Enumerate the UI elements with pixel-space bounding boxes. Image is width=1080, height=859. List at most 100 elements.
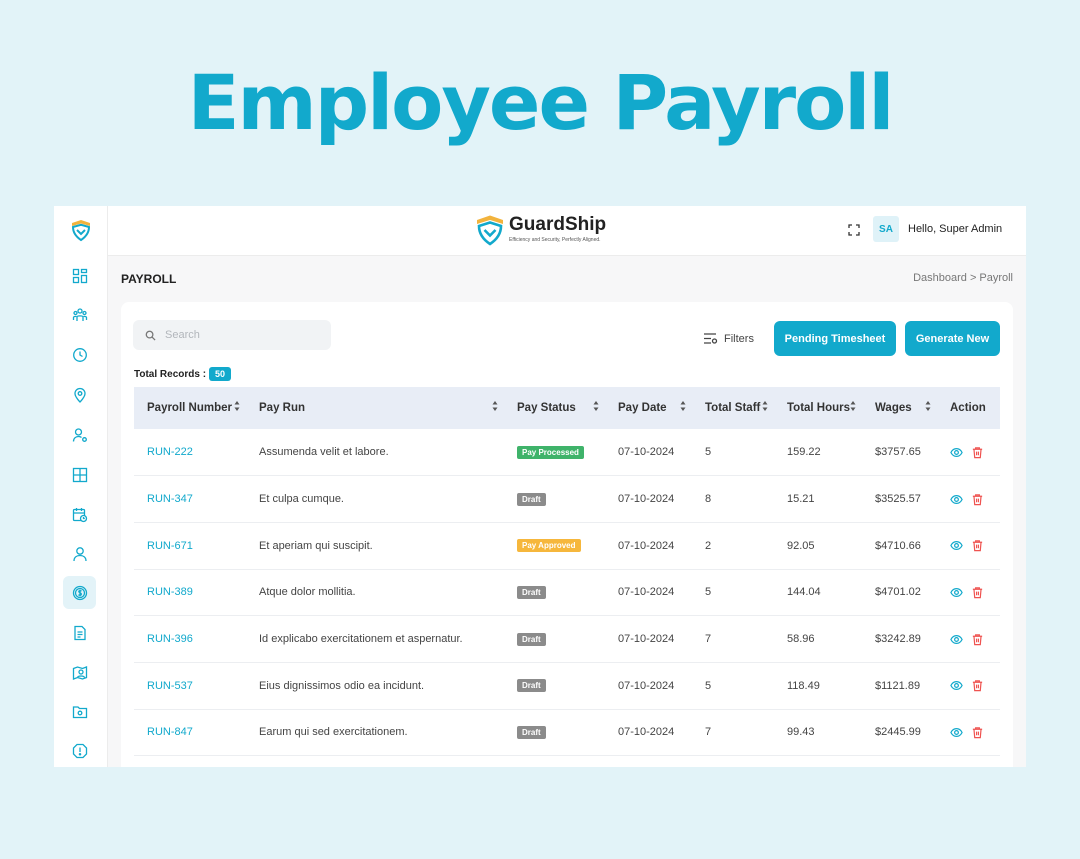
action-cell: [937, 569, 1000, 616]
wages-cell: $4710.66: [875, 539, 921, 552]
search-box[interactable]: [133, 320, 331, 350]
total-staff-cell: 5: [705, 679, 712, 692]
payroll-number-link[interactable]: RUN-222: [134, 429, 246, 476]
payroll-number-link[interactable]: RUN-396: [134, 616, 246, 663]
pay-date-cell: 07-10-2024: [618, 539, 675, 552]
breadcrumb: Dashboard > Payroll: [913, 272, 1013, 284]
payroll-number-link[interactable]: RUN-537: [134, 662, 246, 709]
sidebar-item-incidents[interactable]: [63, 734, 96, 767]
trash-icon[interactable]: [971, 493, 984, 506]
eye-icon[interactable]: [950, 633, 963, 646]
table-row: RUN-389 Atque dolor mollitia. Draft 07-1…: [134, 569, 1000, 616]
trash-icon[interactable]: [971, 633, 984, 646]
location-icon: [73, 387, 86, 403]
status-badge: Draft: [517, 679, 546, 693]
trash-icon[interactable]: [971, 586, 984, 599]
row-actions: [950, 493, 1000, 506]
pay-run-cell: Eius dignissimos odio ea incidunt.: [259, 679, 425, 692]
column-header-pay-status[interactable]: Pay Status: [504, 387, 605, 429]
avatar[interactable]: SA: [873, 216, 899, 242]
total-staff-cell: 8: [705, 493, 712, 506]
payroll-number-link[interactable]: RUN-671: [134, 522, 246, 569]
clock-icon: [72, 347, 87, 362]
sidebar-item-payroll[interactable]: [63, 576, 96, 609]
eye-icon[interactable]: [950, 726, 963, 739]
column-header-total-hours[interactable]: Total Hours: [774, 387, 862, 429]
user-icon: [72, 546, 87, 561]
search-input[interactable]: [165, 329, 325, 341]
sidebar-item-locations[interactable]: [63, 378, 96, 411]
wages-cell: $3757.65: [875, 446, 921, 459]
eye-icon[interactable]: [950, 679, 963, 692]
sidebar-item-dashboard[interactable]: [63, 259, 96, 292]
column-header-payroll-number[interactable]: Payroll Number: [134, 387, 246, 429]
page-title: PAYROLL: [121, 272, 177, 286]
total-hours-cell: 159.22: [787, 446, 821, 459]
sort-icon[interactable]: [593, 400, 599, 412]
status-badge: Draft: [517, 492, 546, 506]
pending-timesheet-button[interactable]: Pending Timesheet: [774, 321, 896, 356]
payroll-number-link[interactable]: RUN-389: [134, 569, 246, 616]
table-row: RUN-671 Et aperiam qui suscipit. Pay App…: [134, 522, 1000, 570]
column-header-pay-date[interactable]: Pay Date: [605, 387, 692, 429]
trash-icon[interactable]: [971, 539, 984, 552]
table-row: RUN-537 Eius dignissimos odio ea incidun…: [134, 662, 1000, 710]
total-hours-cell: 58.96: [787, 633, 815, 646]
topbar: GuardShip Efficiency and Security, Perfe…: [108, 206, 1026, 256]
table-row: RUN-847 Earum qui sed exercitationem. Dr…: [134, 709, 1000, 756]
sort-icon[interactable]: [234, 400, 240, 412]
column-header-pay-run[interactable]: Pay Run: [246, 387, 504, 429]
folder-icon: [72, 705, 87, 718]
sidebar-item-layout[interactable]: [63, 458, 96, 491]
payroll-number-link[interactable]: RUN-347: [134, 476, 246, 523]
sidebar-item-profile[interactable]: [63, 537, 96, 570]
action-cell: [937, 429, 1000, 476]
eye-icon[interactable]: [950, 586, 963, 599]
eye-icon[interactable]: [950, 539, 963, 552]
pay-date-cell: 07-10-2024: [618, 446, 675, 459]
sort-icon[interactable]: [492, 400, 498, 412]
eye-icon[interactable]: [950, 446, 963, 459]
user-greeting[interactable]: Hello, Super Admin: [908, 223, 1002, 235]
sidebar-item-timesheet[interactable]: [63, 338, 96, 371]
breadcrumb-dashboard-link[interactable]: Dashboard: [913, 272, 967, 284]
sidebar-item-user-settings[interactable]: [63, 418, 96, 451]
sort-icon[interactable]: [762, 400, 768, 412]
user-settings-icon: [72, 427, 87, 442]
layout-icon: [72, 467, 87, 482]
action-cell: [937, 709, 1000, 756]
sidebar-item-team[interactable]: [63, 298, 96, 331]
sidebar-logo-icon[interactable]: [69, 218, 93, 242]
trash-icon[interactable]: [971, 679, 984, 692]
pay-run-cell: Id explicabo exercitationem et aspernatu…: [259, 633, 463, 646]
sidebar-item-documents[interactable]: [63, 616, 96, 649]
eye-icon[interactable]: [950, 493, 963, 506]
pay-status-cell: Pay Processed: [504, 429, 605, 476]
breadcrumb-current: Payroll: [979, 272, 1013, 284]
document-icon: [73, 625, 86, 640]
breadcrumb-separator: >: [969, 272, 977, 284]
filters-button[interactable]: Filters: [703, 332, 754, 345]
column-header-wages[interactable]: Wages: [862, 387, 937, 429]
sidebar-item-map[interactable]: [63, 656, 96, 689]
action-cell: [937, 522, 1000, 569]
total-hours-cell: 15.21: [787, 493, 815, 506]
fullscreen-icon[interactable]: [846, 222, 862, 238]
sort-icon[interactable]: [680, 400, 686, 412]
row-actions: [950, 679, 1000, 692]
status-badge: Draft: [517, 632, 546, 646]
sidebar-item-files[interactable]: [63, 695, 96, 728]
column-header-total-staff[interactable]: Total Staff: [692, 387, 774, 429]
sort-icon[interactable]: [850, 400, 856, 412]
payroll-number-link[interactable]: RUN-847: [134, 709, 246, 756]
pay-status-cell: Draft: [504, 476, 605, 523]
pay-date-cell: 07-10-2024: [618, 679, 675, 692]
total-staff-cell: 5: [705, 586, 712, 599]
trash-icon[interactable]: [971, 726, 984, 739]
sort-icon[interactable]: [925, 400, 931, 412]
generate-new-button[interactable]: Generate New: [905, 321, 1000, 356]
total-hours-cell: 144.04: [787, 586, 821, 599]
pay-date-cell: 07-10-2024: [618, 726, 675, 739]
trash-icon[interactable]: [971, 446, 984, 459]
sidebar-item-schedule[interactable]: [63, 498, 96, 531]
